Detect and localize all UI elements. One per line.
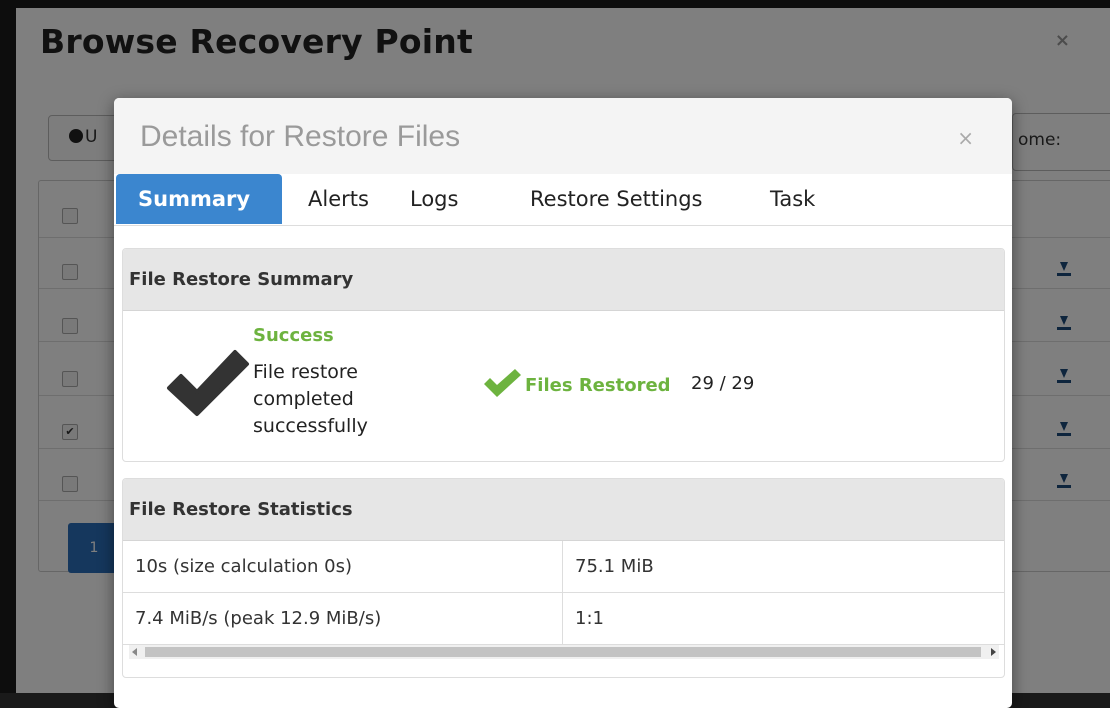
table-row: 10s (size calculation 0s) 75.1 MiB <box>123 541 1004 593</box>
tab-logs[interactable]: Logs <box>388 174 480 224</box>
statistics-panel: File Restore Statistics 10s (size calcul… <box>122 478 1005 678</box>
table-row: 7.4 MiB/s (peak 12.9 MiB/s) 1:1 <box>123 593 1004 645</box>
statistics-table: 10s (size calculation 0s) 75.1 MiB 7.4 M… <box>123 541 1004 645</box>
tab-alerts[interactable]: Alerts <box>286 174 391 224</box>
table-cell: 7.4 MiB/s (peak 12.9 MiB/s) <box>123 593 563 645</box>
success-check-icon <box>484 369 521 397</box>
scrollbar-thumb[interactable] <box>145 647 981 657</box>
statistics-heading: File Restore Statistics <box>123 479 1004 541</box>
scroll-right-icon[interactable] <box>991 648 996 656</box>
status-text: Success <box>253 325 334 346</box>
status-message: File restore completed successfully <box>253 361 368 437</box>
tab-restore-settings[interactable]: Restore Settings <box>508 174 725 224</box>
summary-heading: File Restore Summary <box>123 249 1004 311</box>
modal-title: Details for Restore Files <box>140 120 461 153</box>
tab-bar: Summary Alerts Logs Restore Settings Tas… <box>114 174 1012 226</box>
table-cell: 10s (size calculation 0s) <box>123 541 563 593</box>
table-cell: 1:1 <box>575 608 604 629</box>
files-restored-value: 29 / 29 <box>691 373 755 394</box>
table-cell: 75.1 MiB <box>575 556 654 577</box>
modal-header: Details for Restore Files × <box>114 98 1012 174</box>
scroll-left-icon[interactable] <box>132 648 137 656</box>
checkmark-icon <box>167 350 249 416</box>
close-icon[interactable]: × <box>957 126 974 150</box>
restore-details-modal: Details for Restore Files × Summary Aler… <box>114 98 1012 708</box>
horizontal-scrollbar[interactable] <box>129 645 999 659</box>
tab-task[interactable]: Task <box>748 174 837 224</box>
summary-panel: File Restore Summary Success File restor… <box>122 248 1005 462</box>
tab-summary[interactable]: Summary <box>116 174 282 224</box>
files-restored-label: Files Restored <box>525 375 671 396</box>
